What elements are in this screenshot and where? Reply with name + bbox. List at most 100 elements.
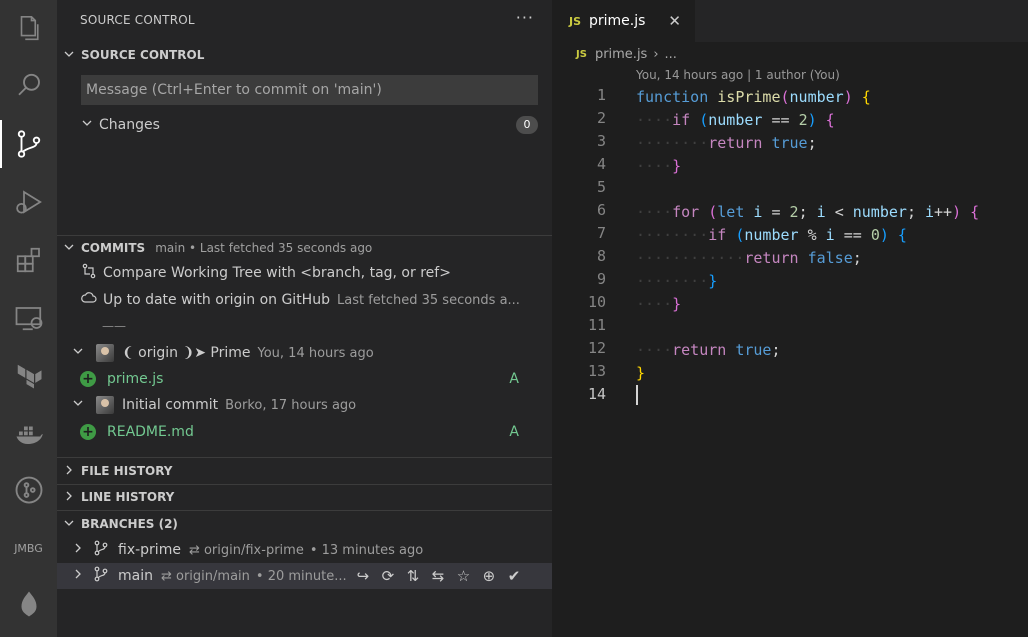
commit-row[interactable]: Initial commit Borko, 17 hours ago	[57, 392, 552, 418]
avatar	[96, 396, 114, 414]
file-history-title: FILE HISTORY	[81, 464, 173, 478]
text-cursor	[636, 385, 638, 405]
line-number: 12	[587, 339, 606, 357]
tab-prime-js[interactable]: JS prime.js ✕	[552, 0, 695, 42]
branches-title: BRANCHES (2)	[81, 517, 178, 531]
chevron-down-icon	[57, 241, 81, 256]
token-bracket: )	[879, 226, 889, 244]
search-icon[interactable]	[0, 62, 57, 110]
mongodb-icon[interactable]	[0, 580, 57, 628]
token-operator: ==	[843, 226, 862, 244]
line-number: 10	[587, 293, 606, 311]
codelens-blame[interactable]: You, 14 hours ago | 1 author (You)	[636, 68, 840, 82]
line-number: 2	[596, 109, 606, 127]
token-literal: true	[771, 134, 808, 152]
section-divider	[57, 235, 552, 236]
star-icon[interactable]: ☆	[457, 567, 470, 585]
line-number: 1	[596, 86, 606, 104]
branch-name: main	[118, 568, 153, 584]
code-line: ············return false;	[636, 249, 862, 267]
commits-section-subtitle: main • Last fetched 35 seconds ago	[155, 241, 373, 255]
source-control-icon[interactable]	[0, 120, 57, 168]
token-bracket: (	[699, 111, 709, 129]
sidebar-title: SOURCE CONTROL	[80, 13, 195, 27]
file-status: A	[509, 371, 519, 387]
run-debug-icon[interactable]	[0, 178, 57, 226]
js-file-icon: JS	[569, 14, 582, 28]
line-number: 7	[596, 224, 606, 242]
compare-icon[interactable]: ⇆	[432, 567, 445, 585]
changes-count-badge: 0	[516, 116, 538, 134]
globe-icon[interactable]: ⊕	[483, 567, 496, 585]
more-actions-button[interactable]: ···	[516, 8, 534, 27]
token-variable: number	[744, 226, 799, 244]
token-variable: number	[708, 111, 763, 129]
token-bracket: {	[861, 88, 871, 106]
jmbg-label[interactable]: JMBG	[0, 524, 57, 572]
token-keyword: for	[672, 203, 700, 221]
pull-request-icon[interactable]: ⇅	[407, 567, 420, 585]
file-history-section-header[interactable]: FILE HISTORY	[57, 460, 552, 482]
cloud-icon	[57, 291, 103, 309]
commit-file-row[interactable]: + README.md A	[57, 419, 552, 445]
commit-file-row[interactable]: + prime.js A	[57, 366, 552, 392]
close-icon[interactable]: ✕	[668, 12, 681, 30]
explorer-icon[interactable]	[0, 4, 57, 52]
token-bracket: )	[843, 88, 853, 106]
token-bracket: )	[807, 111, 817, 129]
switch-branch-icon[interactable]: ↪	[357, 567, 370, 585]
token-literal: false	[807, 249, 853, 267]
branch-item[interactable]: fix-prime ⇄ origin/fix-prime • 13 minute…	[57, 537, 552, 563]
commit-file-name: prime.js	[107, 371, 164, 387]
file-added-icon: +	[80, 371, 96, 387]
gitlens-icon[interactable]	[0, 466, 57, 514]
commit-meta: Borko, 17 hours ago	[225, 397, 357, 413]
code-line: ····if (number == 2) {	[636, 111, 835, 129]
remote-explorer-icon[interactable]	[0, 294, 57, 342]
extensions-icon[interactable]	[0, 236, 57, 284]
docker-icon[interactable]	[0, 410, 57, 458]
changes-group[interactable]: Changes 0	[57, 112, 552, 138]
breadcrumb-more[interactable]: ...	[665, 47, 677, 62]
line-number: 5	[596, 178, 606, 196]
commits-section-header[interactable]: COMMITS main • Last fetched 35 seconds a…	[57, 237, 552, 259]
terraform-icon[interactable]	[0, 352, 57, 400]
chevron-right-icon	[57, 464, 81, 479]
breadcrumb-file[interactable]: prime.js	[595, 47, 647, 62]
branches-section-header[interactable]: BRANCHES (2)	[57, 513, 552, 535]
sync-icon[interactable]: ⟳	[382, 567, 395, 585]
line-number: 14	[587, 385, 606, 403]
commit-message: Initial commit	[122, 397, 219, 413]
line-history-section-header[interactable]: LINE HISTORY	[57, 486, 552, 508]
section-divider	[57, 457, 552, 458]
scm-section-header[interactable]: SOURCE CONTROL	[57, 44, 552, 66]
token-function: isPrime	[717, 88, 781, 106]
branch-item[interactable]: main ⇄ origin/main • 20 minute... ↪ ⟳ ⇅ …	[57, 563, 552, 589]
avatar	[96, 344, 114, 362]
commit-message: ❨ origin ❩➤ Prime	[122, 345, 251, 361]
commit-row[interactable]: ❨ origin ❩➤ Prime You, 14 hours ago	[57, 340, 552, 366]
compare-working-tree-item[interactable]: Compare Working Tree with <branch, tag, …	[57, 260, 552, 286]
token-variable: i	[753, 203, 763, 221]
token-bracket: (	[780, 88, 790, 106]
editor-area: JS prime.js ✕ JS prime.js › ... You, 14 …	[552, 0, 1028, 637]
token-literal: true	[735, 341, 772, 359]
code-line: ····for (let i = 2; i < number; i++) {	[636, 203, 980, 221]
commit-message-input[interactable]: Message (Ctrl+Enter to commit on 'main')	[81, 75, 538, 105]
chevron-right-icon	[57, 542, 94, 558]
activity-bar: JMBG	[0, 0, 57, 637]
chevron-down-icon	[57, 397, 96, 413]
file-added-icon-wrap: +	[57, 424, 107, 440]
chevron-down-icon	[57, 345, 96, 361]
token-keyword: if	[672, 111, 691, 129]
token-bracket: }	[636, 364, 646, 382]
code-line: ····return true;	[636, 341, 781, 359]
breadcrumb: JS prime.js › ...	[576, 47, 677, 62]
token-operator: ++	[934, 203, 953, 221]
token-punct: ;	[807, 134, 817, 152]
branch-meta: • 20 minute...	[255, 568, 347, 584]
token-number: 0	[870, 226, 880, 244]
up-to-date-item[interactable]: Up to date with origin on GitHub Last fe…	[57, 287, 552, 313]
token-bracket: }	[672, 295, 682, 313]
check-icon[interactable]: ✔	[508, 567, 521, 585]
